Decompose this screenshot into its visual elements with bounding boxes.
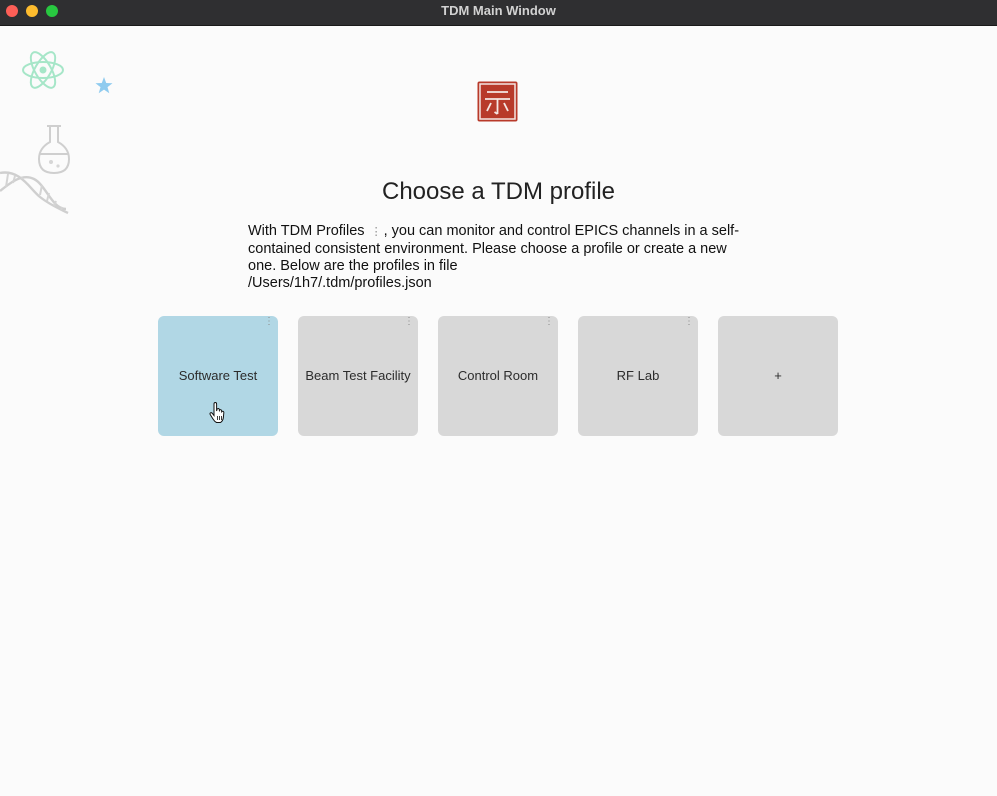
page-description: With TDM Profiles ⋮, you can monitor and… — [248, 223, 753, 292]
add-profile-label: + — [774, 368, 782, 383]
kebab-menu-icon[interactable]: ⋮ — [684, 317, 694, 327]
add-profile-button[interactable]: + — [718, 316, 838, 436]
profile-card-control-room[interactable]: ⋮ Control Room — [438, 316, 558, 436]
description-prefix: With TDM Profiles — [248, 223, 365, 239]
profile-card-label: RF Lab — [616, 368, 660, 383]
hand-cursor-icon — [209, 402, 225, 423]
title-bar: TDM Main Window — [0, 0, 997, 26]
atom-icon — [22, 51, 64, 89]
profiles-file-path: /Users/1h7/.tdm/profiles.json — [248, 275, 432, 291]
profile-card-beam-test-facility[interactable]: ⋮ Beam Test Facility — [298, 316, 418, 436]
window-title: TDM Main Window — [441, 3, 556, 18]
main-window: TDM Main Window Choose a TDM profile Wit… — [0, 0, 997, 796]
kebab-menu-icon[interactable]: ⋮ — [404, 317, 414, 327]
profile-card-label: Beam Test Facility — [305, 368, 411, 383]
kebab-menu-icon[interactable]: ⋮ — [544, 317, 554, 327]
star-icon — [95, 77, 113, 94]
profile-card-label: Control Room — [457, 368, 539, 383]
profile-card-rf-lab[interactable]: ⋮ RF Lab — [578, 316, 698, 436]
kebab-menu-icon: ⋮ — [370, 226, 382, 238]
kebab-menu-icon[interactable]: ⋮ — [264, 317, 274, 327]
page-title: Choose a TDM profile — [382, 178, 615, 205]
profile-card-label: Software Test — [178, 368, 258, 383]
tdm-logo-icon — [477, 81, 518, 122]
